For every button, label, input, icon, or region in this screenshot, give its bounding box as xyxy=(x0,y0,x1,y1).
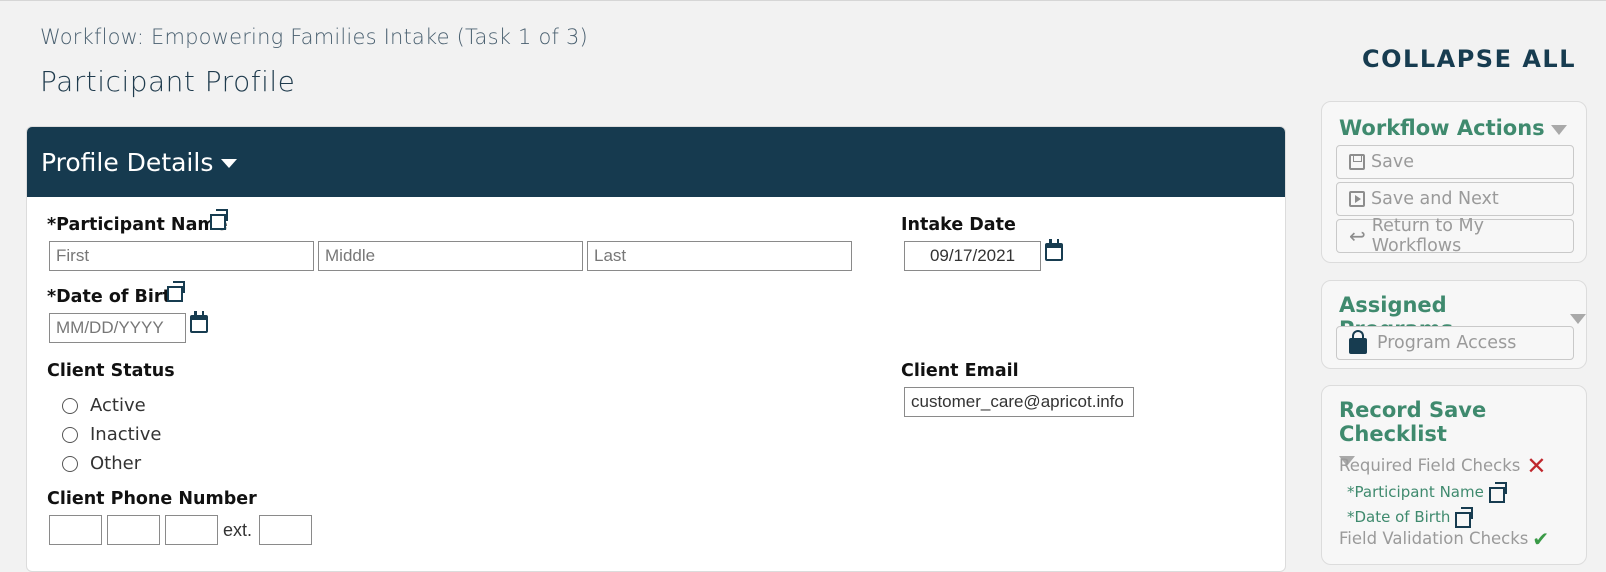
save-label: Save xyxy=(1371,152,1414,172)
back-arrow-icon: ↩ xyxy=(1349,224,1366,248)
caret-down-icon xyxy=(1550,124,1567,135)
calendar-icon[interactable] xyxy=(190,311,208,333)
client-email-input[interactable] xyxy=(904,387,1134,417)
collapse-all-button[interactable]: COLLAPSE ALL xyxy=(1362,45,1576,73)
status-radio-active[interactable]: Active xyxy=(62,395,146,416)
radio-button[interactable] xyxy=(62,455,78,472)
workflow-actions-box: Workflow Actions Save Save and Next ↩ Re… xyxy=(1321,101,1587,263)
radio-label: Active xyxy=(90,395,146,416)
lock-icon xyxy=(1349,330,1367,354)
assigned-programs-box: Assigned Programs Program Access xyxy=(1321,280,1587,369)
program-access-label: Program Access xyxy=(1377,333,1517,353)
copy-icon[interactable] xyxy=(210,209,229,230)
workflow-title: Workflow: Empowering Families Intake (Ta… xyxy=(40,25,588,49)
client-email-label: Client Email xyxy=(901,361,1019,381)
copy-icon xyxy=(1455,507,1474,528)
page-title: Participant Profile xyxy=(40,65,296,98)
radio-label: Other xyxy=(90,453,142,474)
phone-prefix-input[interactable] xyxy=(107,515,160,545)
radio-button[interactable] xyxy=(62,426,78,443)
intake-date-label: Intake Date xyxy=(901,215,1016,235)
required-checks-label: Required Field Checks xyxy=(1339,456,1521,475)
save-and-next-button[interactable]: Save and Next xyxy=(1336,182,1574,216)
workflow-actions-label: Workflow Actions xyxy=(1339,116,1545,140)
checklist-item-label: *Participant Name xyxy=(1347,482,1484,501)
profile-details-panel: Profile Details *Participant Name Intake… xyxy=(26,126,1286,572)
client-status-label: Client Status xyxy=(47,361,175,381)
middle-name-input[interactable] xyxy=(318,241,583,271)
return-to-workflows-button[interactable]: ↩ Return to My Workflows xyxy=(1336,216,1574,256)
calendar-icon[interactable] xyxy=(1045,239,1063,261)
caret-down-icon xyxy=(1570,313,1586,324)
profile-details-header[interactable]: Profile Details xyxy=(27,127,1285,197)
radio-label: Inactive xyxy=(90,424,162,445)
checklist-item-date-of-birth[interactable]: *Date of Birth xyxy=(1347,507,1474,528)
date-of-birth-input[interactable] xyxy=(49,313,186,343)
phone-ext-label: ext. xyxy=(223,520,253,540)
status-radio-inactive[interactable]: Inactive xyxy=(62,424,161,445)
last-name-input[interactable] xyxy=(587,241,852,271)
profile-details-title: Profile Details xyxy=(41,147,214,177)
caret-down-icon xyxy=(221,159,238,168)
first-name-input[interactable] xyxy=(49,241,314,271)
check-icon: ✔ xyxy=(1532,526,1550,551)
play-icon xyxy=(1349,191,1365,207)
checklist-item-label: *Date of Birth xyxy=(1347,507,1451,526)
x-icon: ✕ xyxy=(1526,451,1547,480)
phone-area-code-input[interactable] xyxy=(49,515,102,545)
date-of-birth-label: *Date of Birth xyxy=(47,287,184,307)
participant-name-label: *Participant Name xyxy=(47,215,228,235)
return-label: Return to My Workflows xyxy=(1371,216,1484,256)
checklist-item-participant-name[interactable]: *Participant Name xyxy=(1347,482,1508,503)
radio-button[interactable] xyxy=(62,397,78,414)
save-icon xyxy=(1349,154,1365,170)
client-phone-label: Client Phone Number xyxy=(47,489,257,509)
required-field-checks: Required Field Checks ✕ xyxy=(1339,451,1547,480)
save-button[interactable]: Save xyxy=(1336,145,1574,179)
phone-line-input[interactable] xyxy=(165,515,218,545)
copy-icon[interactable] xyxy=(167,281,186,302)
status-radio-other[interactable]: Other xyxy=(62,453,141,474)
record-save-checklist-box: Record Save Checklist Required Field Che… xyxy=(1321,385,1587,565)
intake-date-input[interactable] xyxy=(904,241,1041,271)
phone-ext-input[interactable] xyxy=(259,515,312,545)
copy-icon xyxy=(1488,482,1508,503)
program-access-button[interactable]: Program Access xyxy=(1336,326,1574,360)
checklist-label: Record Save Checklist xyxy=(1339,398,1487,446)
field-validation-checks: Field Validation Checks ✔ xyxy=(1339,526,1550,551)
workflow-actions-title[interactable]: Workflow Actions xyxy=(1339,116,1567,140)
save-and-next-label: Save and Next xyxy=(1371,189,1499,209)
validation-checks-label: Field Validation Checks xyxy=(1339,529,1529,548)
